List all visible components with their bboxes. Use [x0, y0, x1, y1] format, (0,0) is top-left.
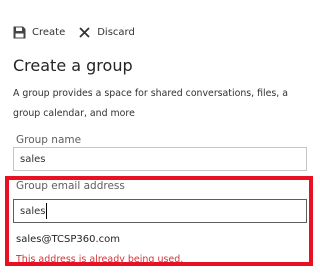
group-name-label: Group name: [16, 134, 82, 146]
close-icon: [78, 26, 91, 39]
discard-button[interactable]: Discard: [78, 26, 135, 39]
discard-button-label: Discard: [97, 26, 135, 38]
group-email-input[interactable]: [13, 199, 307, 223]
group-name-input[interactable]: [13, 147, 307, 171]
page-description: A group provides a space for shared conv…: [13, 88, 288, 119]
command-bar: Create Discard: [13, 24, 135, 40]
error-message: This address is already being used.: [16, 254, 184, 265]
page-title: Create a group: [13, 56, 133, 75]
create-button-label: Create: [32, 26, 66, 38]
group-email-label: Group email address: [16, 180, 125, 192]
create-group-panel: Create Discard Create a group A group pr…: [0, 0, 320, 274]
save-icon: [13, 26, 26, 39]
create-button[interactable]: Create: [13, 26, 65, 39]
email-address-preview: sales@TCSP360.com: [16, 234, 120, 245]
text-cursor: [46, 203, 47, 219]
